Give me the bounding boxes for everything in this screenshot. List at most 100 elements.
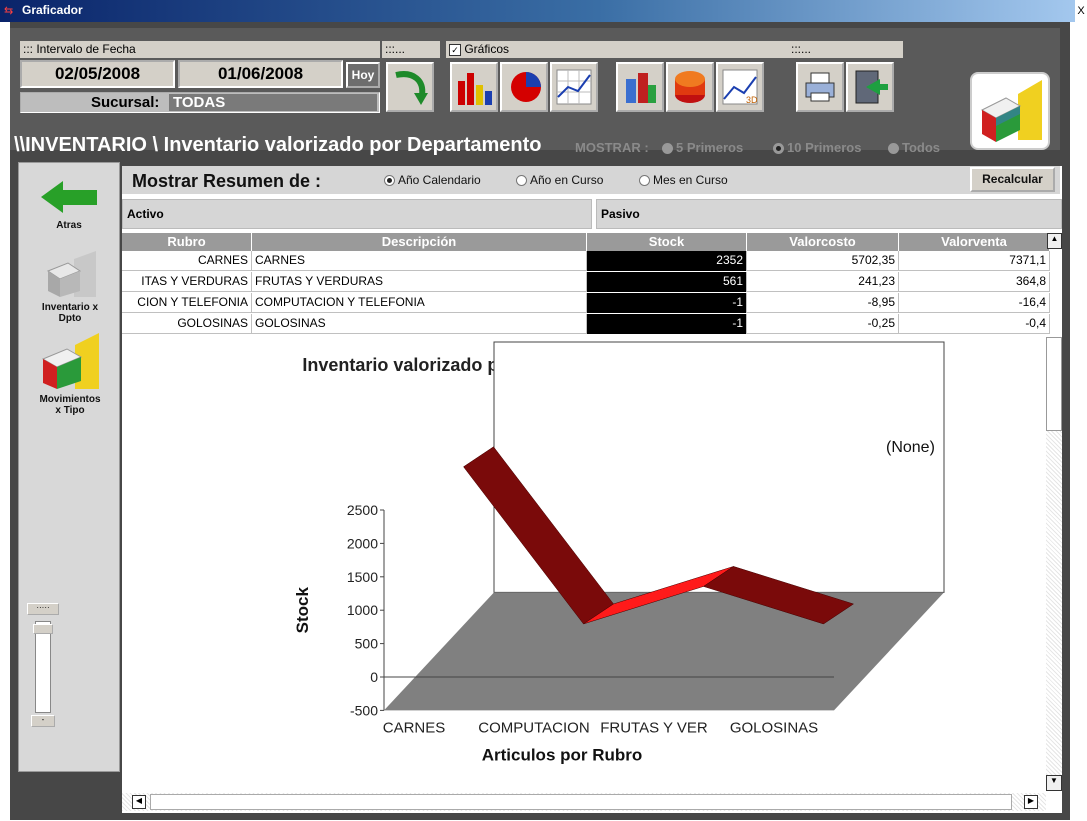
date-from-field[interactable]: 02/05/2008 [20, 60, 175, 88]
scroll-down-icon[interactable]: ▼ [1046, 775, 1062, 791]
graficos-checkbox[interactable]: ✓ [449, 43, 461, 56]
col-stock[interactable]: Stock [587, 233, 747, 251]
cell-stock: 561 [587, 272, 747, 292]
resumen-label: Mostrar Resumen de : [132, 171, 322, 191]
resumen-row: Mostrar Resumen de : Año Calendario Año … [122, 166, 1060, 194]
cell-valorcosto: -0,25 [747, 314, 899, 334]
graficos-checkbox-row[interactable]: ✓ Gráficos [446, 41, 788, 58]
cell-rubro: ITAS Y VERDURAS [122, 272, 252, 292]
y-tick-label: 0 [370, 669, 378, 685]
table-row[interactable]: ITAS Y VERDURAS FRUTAS Y VERDURAS 561 241,2… [122, 272, 1050, 292]
cell-valorcosto: 241,23 [747, 272, 899, 292]
x-tick-label: GOLOSINAS [730, 719, 818, 736]
mostrar-10-primeros[interactable]: 10 Primeros [773, 140, 861, 155]
cell-descripcion: COMPUTACION Y TELEFONIA [252, 293, 587, 313]
radio-todos[interactable] [888, 143, 899, 155]
svg-text:3D: 3D [746, 95, 758, 105]
exit-button[interactable] [846, 62, 894, 112]
option-mes-en-curso[interactable]: Mes en Curso [639, 173, 728, 187]
print-icon [805, 72, 835, 102]
y-tick-label: 2500 [347, 502, 378, 518]
line-chart-button[interactable] [550, 62, 598, 112]
option-ano-calendario[interactable]: Año Calendario [384, 173, 481, 187]
scroll-left-icon[interactable]: ◀ [132, 795, 146, 809]
date-to-field[interactable]: 01/06/2008 [178, 60, 343, 88]
zoom-thumb[interactable] [33, 624, 53, 634]
3d-line-chart-icon: 3D [722, 69, 758, 105]
x-tick-label: COMPUTACION [478, 719, 589, 736]
chart-vscroll-thumb[interactable] [1046, 337, 1062, 431]
zoom-slider[interactable]: ····· - [27, 603, 59, 727]
back-arrow-icon [41, 181, 97, 213]
y-axis-label: Stock [293, 587, 312, 634]
table-row[interactable]: CION Y TELEFONIA COMPUTACION Y TELEFONIA -… [122, 293, 1050, 313]
line-chart-icon [556, 69, 592, 105]
sucursal-label: Sucursal: [91, 94, 160, 111]
scroll-right-icon[interactable]: ▶ [1024, 795, 1038, 809]
sucursal-row: Sucursal: TODAS [20, 92, 380, 113]
chart-vertical-scrollbar[interactable]: ▼ [1046, 337, 1062, 791]
scroll-up-icon[interactable]: ▲ [1047, 233, 1062, 249]
radio-ano-en-curso[interactable] [516, 175, 527, 187]
col-descripcion[interactable]: Descripción [252, 233, 587, 251]
print-button[interactable] [796, 62, 844, 112]
chart-horizontal-scrollbar[interactable]: ◀ ▶ [122, 793, 1046, 811]
radio-10-primeros[interactable] [773, 143, 784, 155]
mostrar-5-primeros[interactable]: 5 Primeros [662, 140, 743, 155]
breadcrumb: \\INVENTARIO \ Inventario valorizado por… [14, 134, 542, 156]
cell-descripcion: CARNES [252, 251, 587, 271]
sidebar: Atras Inventario x Dpto Movimientos x Ti… [18, 162, 120, 772]
stock-chart: Inventario valorizado por Departamento d… [293, 341, 945, 764]
activo-section: Activo [122, 199, 592, 229]
recalcular-button[interactable]: Recalcular [970, 167, 1055, 192]
mostrar-label: MOSTRAR : [575, 140, 649, 155]
bar-chart-button[interactable] [450, 62, 498, 112]
radio-ano-calendario[interactable] [384, 175, 395, 187]
pie-chart-icon [511, 72, 541, 102]
heading-bar: \\INVENTARIO \ Inventario valorizado por… [10, 130, 970, 160]
radio-mes-en-curso[interactable] [639, 175, 650, 187]
date-interval-label: ::: Intervalo de Fecha [20, 41, 380, 58]
sucursal-select[interactable]: TODAS [169, 94, 377, 111]
title-bar: ⇆ Graficador [0, 0, 1087, 22]
x-axis-label: Articulos por Rubro [482, 745, 643, 764]
cell-stock: -1 [587, 314, 747, 334]
option-ano-en-curso[interactable]: Año en Curso [516, 173, 603, 187]
refresh-button[interactable] [386, 62, 434, 112]
y-tick-label: 1000 [347, 602, 378, 618]
chart-floor [384, 592, 944, 711]
mostrar-todos[interactable]: Todos [888, 140, 940, 155]
exit-door-icon [855, 70, 888, 104]
sidebar-item-label: Atras [56, 220, 82, 231]
y-tick-label: 500 [355, 636, 379, 652]
x-tick-label: FRUTAS Y VER [600, 719, 708, 736]
cell-descripcion: FRUTAS Y VERDURAS [252, 272, 587, 292]
col-valorcosto[interactable]: Valorcosto [747, 233, 899, 251]
hoy-button[interactable]: Hoy [346, 62, 380, 88]
table-row[interactable]: GOLOSINAS GOLOSINAS -1 -0,25 -0,4 [122, 314, 1050, 334]
graficos-label: Gráficos [464, 42, 510, 56]
table-scrollbar[interactable]: ▲ [1047, 233, 1062, 335]
sidebar-item-inventario[interactable]: Inventario x Dpto [39, 249, 101, 324]
cell-valorcosto: -8,95 [747, 293, 899, 313]
cell-valorcosto: 5702,35 [747, 251, 899, 271]
chart-hscroll-thumb[interactable] [150, 794, 1012, 810]
group-label-2: :::... [382, 41, 440, 58]
col-valorventa[interactable]: Valorventa [899, 233, 1050, 251]
close-button[interactable]: X [1075, 0, 1087, 22]
zoom-up-button[interactable]: ····· [27, 603, 59, 615]
3d-line-chart-button[interactable]: 3D [716, 62, 764, 112]
radio-5-primeros[interactable] [662, 143, 673, 155]
col-rubro[interactable]: Rubro [122, 233, 252, 251]
cylinder-chart-icon [675, 71, 705, 103]
cell-valorventa: -16,4 [899, 293, 1050, 313]
sidebar-item-movimientos[interactable]: Movimientos x Tipo [37, 333, 103, 416]
zoom-down-button[interactable]: - [31, 715, 55, 727]
pie-chart-button[interactable] [500, 62, 548, 112]
cylinder-chart-button[interactable] [666, 62, 714, 112]
3d-bar-chart-button[interactable] [616, 62, 664, 112]
inventory-logo-icon [970, 72, 1050, 150]
zoom-track[interactable] [33, 621, 53, 713]
sidebar-item-atras[interactable]: Atras [39, 177, 99, 231]
table-row[interactable]: CARNES CARNES 2352 5702,35 7371,1 [122, 251, 1050, 271]
